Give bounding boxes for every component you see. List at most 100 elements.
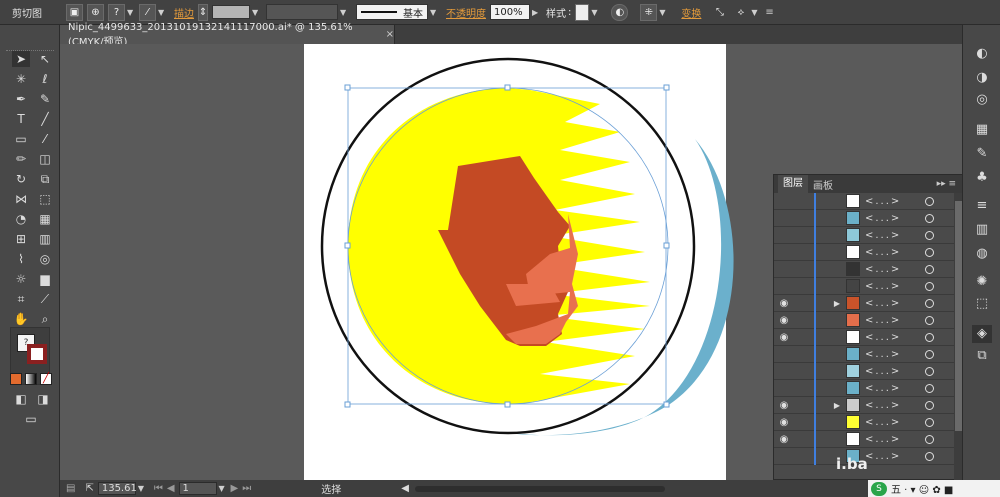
horizontal-scrollbar[interactable] [414, 485, 665, 492]
line-tool-icon[interactable]: ╱ [36, 111, 54, 127]
direct-selection-tool-icon[interactable]: ↖ [36, 51, 54, 67]
layer-name[interactable]: <...> [865, 434, 915, 445]
zoom-tool-icon[interactable]: ⌕ [36, 311, 54, 327]
panel-menu-icon[interactable]: ≡ [765, 7, 773, 18]
variable-width-profile[interactable] [266, 4, 338, 20]
export-icon[interactable]: ⇱ [85, 483, 93, 494]
target-circle-icon[interactable] [925, 400, 934, 410]
target-circle-icon[interactable] [925, 230, 934, 240]
layer-row[interactable]: <...> [774, 260, 954, 278]
pen-tool-icon[interactable]: ✒ [12, 91, 30, 107]
layer-name[interactable]: <...> [865, 315, 915, 326]
graphic-style-swatch[interactable] [575, 3, 590, 21]
target-circle-icon[interactable] [925, 383, 934, 393]
recolor-icon[interactable]: ◐ [611, 3, 629, 21]
visibility-eye-icon[interactable]: ◉ [774, 332, 794, 343]
layer-row[interactable]: <...> [774, 277, 954, 295]
layer-row[interactable]: ◉ <...> [774, 413, 954, 431]
rotate-tool-icon[interactable]: ↻ [12, 171, 30, 187]
screen-mode-icon[interactable]: ▭ [22, 411, 40, 427]
color-panel-icon[interactable]: ◐ [972, 45, 992, 63]
target-circle-icon[interactable] [925, 213, 934, 223]
layer-row[interactable]: <...> [774, 345, 954, 363]
draw-normal-icon[interactable]: ◧ [12, 391, 30, 407]
layer-name[interactable]: <...> [865, 349, 915, 360]
eraser-icon[interactable]: ◫ [36, 151, 54, 167]
visibility-eye-icon[interactable]: ◉ [774, 298, 794, 309]
target-circle-icon[interactable] [925, 247, 934, 257]
transform-link[interactable]: 变换 [681, 5, 701, 20]
layer-row[interactable]: ◉ <...> [774, 430, 954, 448]
color-mode-icon[interactable] [10, 373, 22, 385]
visibility-eye-icon[interactable]: ◉ [774, 400, 794, 411]
chevron-down-icon[interactable]: ▼ [127, 8, 135, 17]
scrollbar-thumb[interactable] [955, 201, 962, 431]
symbols-icon[interactable]: ♣ [972, 169, 992, 187]
visibility-eye-icon[interactable]: ◉ [774, 315, 794, 326]
layer-row[interactable]: <...> [774, 243, 954, 261]
layer-row[interactable]: ◉ ▶ <...> [774, 396, 954, 414]
target-circle-icon[interactable] [925, 434, 934, 444]
scale-tool-icon[interactable]: ⧉ [36, 171, 54, 187]
chevron-down-icon[interactable]: ▼ [430, 8, 438, 17]
target-circle-icon[interactable] [925, 315, 934, 325]
chevron-down-icon[interactable]: ▼ [591, 8, 599, 17]
target-circle-icon[interactable] [925, 366, 934, 376]
draw-mode-icon[interactable]: ◨ [34, 391, 52, 407]
chevron-down-icon[interactable]: ▼ [340, 8, 348, 17]
none-mode-icon[interactable]: ╱ [40, 373, 52, 385]
gradient-tool-icon[interactable]: ▥ [36, 231, 54, 247]
prev-artboard-icon[interactable]: ◀ [167, 483, 175, 494]
first-artboard-icon[interactable]: ⏮ [154, 483, 163, 494]
tab-artboards[interactable]: 画板 [808, 177, 838, 192]
asset-export-icon[interactable]: ⬚ [972, 295, 992, 313]
ime-toolbar[interactable]: S 五 · ▾ ☺ ✿ ■ [868, 480, 1000, 497]
symbol-sprayer-icon[interactable]: ☼ [12, 271, 30, 287]
hand-tool-icon[interactable]: ✋ [12, 311, 30, 327]
layer-row[interactable]: <...> [774, 379, 954, 397]
layer-row[interactable]: ◉ ▶ <...> [774, 294, 954, 312]
graphic-styles-icon[interactable]: ✺ [972, 273, 992, 291]
layer-name[interactable]: <...> [865, 400, 915, 411]
chevron-right-icon[interactable]: ▶ [532, 8, 540, 17]
expand-arrow-icon[interactable]: ▶ [816, 299, 846, 308]
layer-name[interactable]: <...> [865, 264, 915, 275]
artboards-panel-icon[interactable]: ⧉ [972, 347, 992, 365]
zoom-input[interactable]: 135.61 [97, 482, 137, 495]
curvature-tool-icon[interactable]: ✎ [36, 91, 54, 107]
fill-swatch[interactable]: ? [108, 3, 125, 21]
close-icon[interactable]: × [386, 29, 394, 40]
layer-name[interactable]: <...> [865, 281, 915, 292]
color-guide-icon[interactable]: ◑ [972, 69, 992, 87]
lasso-icon[interactable]: ℓ [36, 71, 54, 87]
pencil-icon[interactable]: ✏ [12, 151, 30, 167]
last-artboard-icon[interactable]: ⏭ [242, 483, 251, 494]
chevron-down-icon[interactable]: ▼ [252, 8, 260, 17]
expand-arrow-icon[interactable]: ▶ [816, 401, 846, 410]
status-arrow-icon[interactable]: ◀ [401, 483, 409, 494]
transform-icon[interactable]: ⤡ [711, 4, 728, 21]
flip-icon[interactable]: ⟡ [732, 4, 749, 21]
next-artboard-icon[interactable]: ▶ [231, 483, 239, 494]
opacity-link[interactable]: 不透明度 [446, 5, 486, 20]
selection-tool-icon[interactable]: ➤ [12, 51, 30, 67]
layer-name[interactable]: <...> [865, 451, 915, 462]
rectangle-tool-icon[interactable]: ▭ [12, 131, 30, 147]
tab-layers[interactable]: 图层 [778, 175, 808, 193]
width-tool-icon[interactable]: ⋈ [12, 191, 30, 207]
layer-name[interactable]: <...> [865, 298, 915, 309]
paintbrush-icon[interactable]: ⁄ [36, 131, 54, 147]
stroke-weight-stepper[interactable]: ⇕ [198, 3, 208, 21]
stroke-panel-icon[interactable]: ≡ [972, 197, 992, 215]
layer-name[interactable]: <...> [865, 230, 915, 241]
layers-panel-icon[interactable]: ◈ [972, 325, 992, 343]
target-circle-icon[interactable] [925, 196, 934, 206]
layer-row[interactable]: <...> [774, 192, 954, 210]
chevron-down-icon[interactable]: ▼ [659, 8, 667, 17]
magic-wand-icon[interactable]: ✳ [12, 71, 30, 87]
brushes-icon[interactable]: ✎ [972, 145, 992, 163]
layer-name[interactable]: <...> [865, 332, 915, 343]
stroke-link[interactable]: 描边 [174, 5, 194, 20]
layer-row[interactable]: <...> [774, 362, 954, 380]
layer-name[interactable]: <...> [865, 417, 915, 428]
